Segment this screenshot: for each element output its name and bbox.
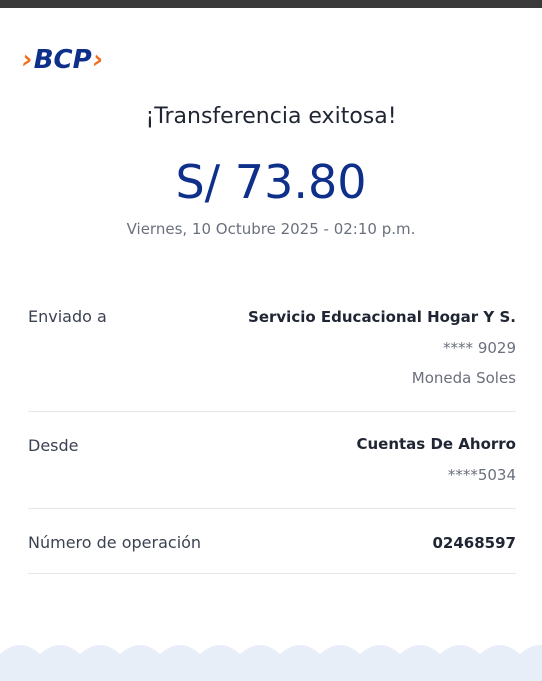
recipient-currency: Moneda Soles <box>411 369 516 387</box>
status-bar <box>0 0 542 8</box>
sent-to-values: Servicio Educacional Hogar Y S. **** 902… <box>248 306 516 389</box>
logo-wordmark: BCP <box>33 45 92 75</box>
from-account-type: Cuentas De Ahorro <box>356 435 516 453</box>
operation-values: 02468597 <box>433 532 517 554</box>
receipt-wavy-footer <box>0 645 542 681</box>
divider <box>28 573 516 574</box>
logo-right-chevron-icon: › <box>92 45 104 75</box>
operation-label: Número de operación <box>28 533 202 552</box>
operation-number: 02468597 <box>432 534 517 552</box>
from-values: Cuentas De Ahorro ****5034 <box>356 433 516 486</box>
from-label: Desde <box>28 436 79 455</box>
transfer-amount: S/ 73.80 <box>175 155 367 209</box>
divider <box>28 411 516 412</box>
recipient-name: Servicio Educacional Hogar Y S. <box>248 308 516 326</box>
logo-left-chevron-icon: › <box>22 45 33 75</box>
recipient-account: **** 9029 <box>443 339 516 357</box>
success-title: ¡Transferencia exitosa! <box>145 104 397 129</box>
bcp-logo: › BCP › <box>22 46 103 74</box>
from-account: ****5034 <box>447 466 516 484</box>
divider <box>28 508 516 509</box>
operation-row: Número de operación 02468597 <box>28 532 516 556</box>
sent-to-row: Enviado a Servicio Educacional Hogar Y S… <box>28 306 516 396</box>
from-row: Desde Cuentas De Ahorro ****5034 <box>28 433 516 493</box>
transfer-datetime: Viernes, 10 Octubre 2025 - 02:10 p.m. <box>126 220 416 238</box>
sent-to-label: Enviado a <box>28 307 107 326</box>
